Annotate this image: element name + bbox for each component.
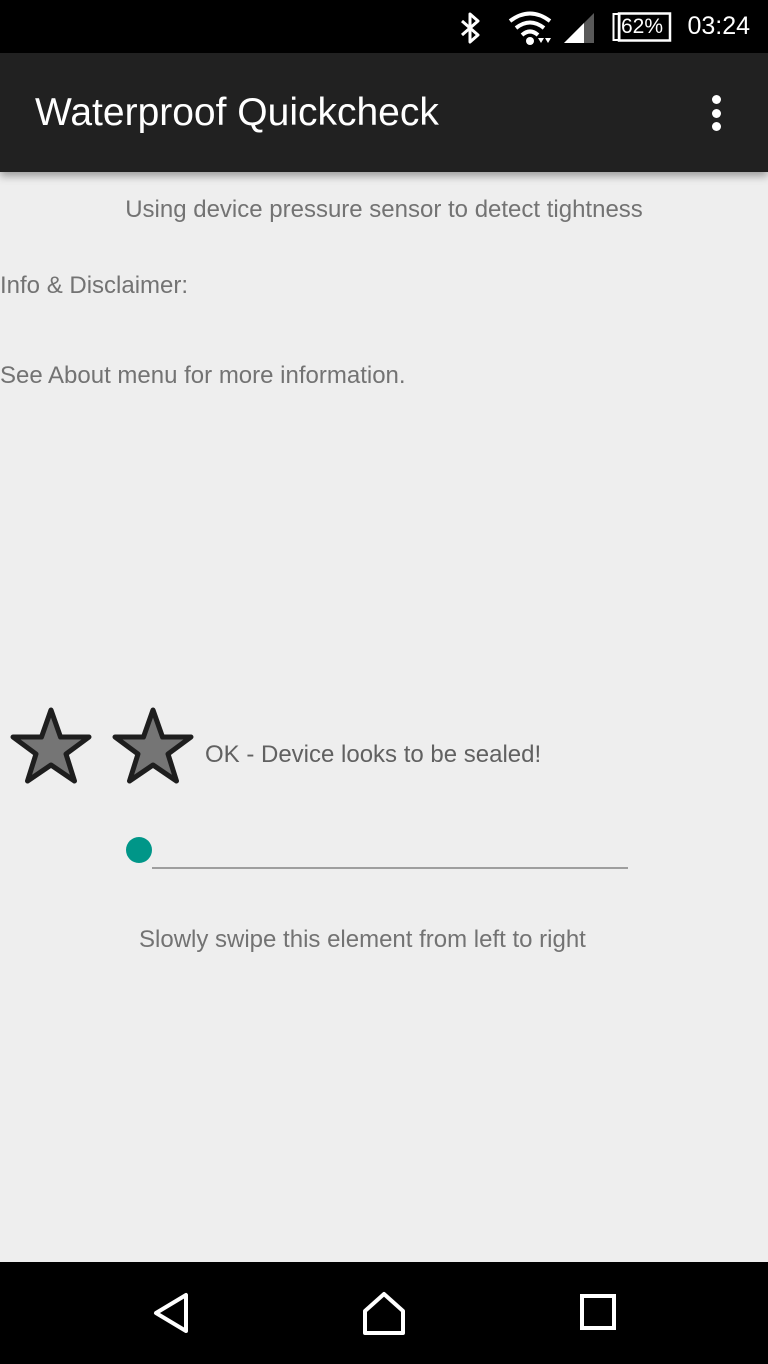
battery-level: 62% — [620, 15, 664, 38]
back-icon[interactable] — [147, 1288, 197, 1338]
recents-icon[interactable] — [573, 1288, 623, 1338]
subtitle: Using device pressure sensor to detect t… — [125, 196, 643, 223]
wifi-icon — [508, 11, 552, 45]
screen: 62% 03:24 Waterproof Quickcheck Using de… — [0, 0, 768, 1364]
status-bar: 62% 03:24 — [0, 0, 768, 53]
clock: 03:24 — [687, 12, 750, 40]
swipe-thumb[interactable] — [126, 837, 152, 863]
status-message: OK - Device looks to be sealed! — [205, 741, 542, 768]
more-vertical-icon[interactable] — [694, 91, 738, 135]
app-bar: Waterproof Quickcheck — [0, 53, 768, 172]
cell-signal-icon — [564, 13, 594, 43]
battery-indicator: 62% — [612, 12, 672, 42]
info-text: See About menu for more information. — [0, 362, 406, 389]
app-title: Waterproof Quickcheck — [35, 91, 439, 134]
swipe-slider[interactable] — [124, 834, 632, 874]
star-icon — [112, 707, 194, 784]
star-icon — [10, 707, 92, 784]
swipe-track[interactable] — [152, 867, 628, 869]
swipe-hint: Slowly swipe this element from left to r… — [139, 926, 586, 953]
bluetooth-icon — [461, 12, 480, 44]
info-heading: Info & Disclaimer: — [0, 272, 189, 299]
home-icon[interactable] — [359, 1288, 409, 1338]
navigation-bar — [0, 1262, 768, 1364]
